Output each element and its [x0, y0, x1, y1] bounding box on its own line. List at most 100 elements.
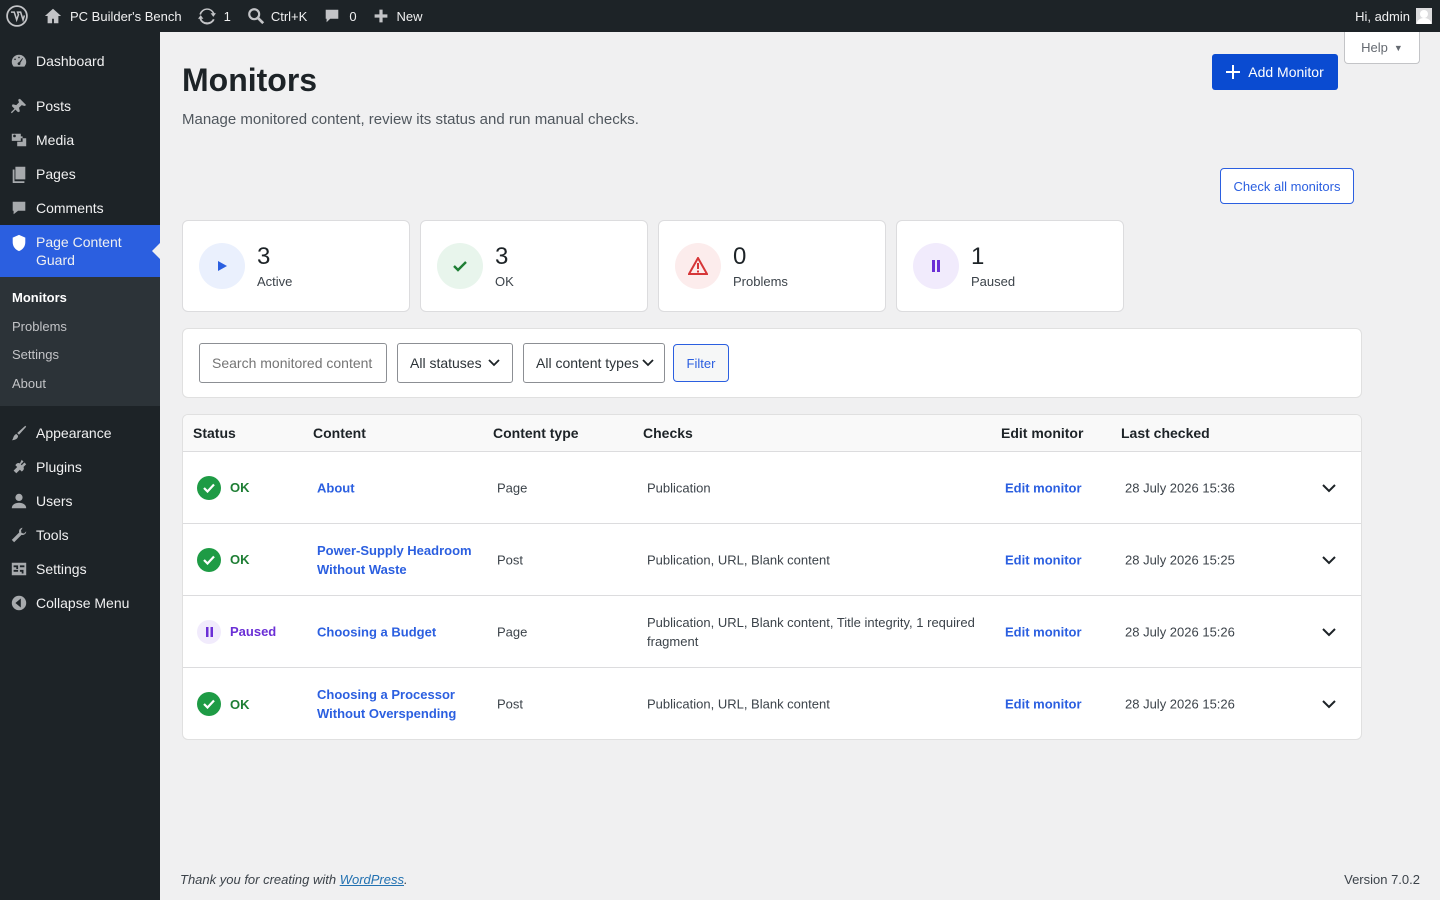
stat-card-paused: 1 Paused — [896, 220, 1124, 312]
submenu-item-settings[interactable]: Settings — [0, 341, 160, 370]
sidebar-item-users[interactable]: Users — [0, 484, 160, 518]
add-monitor-button[interactable]: Add Monitor — [1212, 54, 1338, 90]
content-type: Page — [497, 480, 528, 495]
greeting: Hi, admin — [1355, 8, 1410, 24]
status-select[interactable]: All statuses — [397, 343, 513, 383]
sidebar-item-label: Plugins — [36, 459, 82, 475]
check-all-monitors-button[interactable]: Check all monitors — [1220, 168, 1354, 204]
filter-button[interactable]: Filter — [673, 344, 729, 382]
sidebar-item-posts[interactable]: Posts — [0, 89, 160, 123]
last-checked: 28 July 2026 15:25 — [1125, 552, 1235, 567]
check-circle-icon — [197, 475, 221, 500]
content-link[interactable]: About — [317, 478, 477, 497]
col-status[interactable]: Status — [193, 425, 236, 441]
plus-icon — [374, 9, 387, 23]
wrench-icon — [11, 527, 27, 543]
content-type: Page — [497, 624, 528, 639]
updates-link[interactable]: 1 — [190, 0, 239, 32]
stat-label: Problems — [733, 273, 788, 289]
last-checked: 28 July 2026 15:26 — [1125, 696, 1235, 712]
stat-card-active: 3 Active — [182, 220, 410, 312]
media-icon — [11, 133, 27, 147]
caret-down-icon: ▼ — [1393, 42, 1403, 53]
search-shortcut-label: Ctrl+K — [270, 8, 308, 24]
wordpress-logo-icon[interactable] — [0, 0, 36, 32]
sidebar-item-pages[interactable]: Pages — [0, 157, 160, 191]
wordpress-link[interactable]: WordPress — [340, 872, 404, 887]
sidebar-item-label: Dashboard — [36, 53, 105, 69]
content-type-select[interactable]: All content types — [523, 343, 665, 383]
content-type: Post — [497, 552, 524, 567]
check-circle-icon — [197, 692, 221, 716]
content-link[interactable]: Choosing a Processor Without Overspendin… — [317, 685, 477, 723]
collapse-menu-button[interactable]: Collapse Menu — [0, 586, 160, 620]
submenu-item-problems[interactable]: Problems — [0, 313, 160, 342]
footer-thanks: Thank you for creating with WordPress. — [180, 872, 408, 887]
updates-icon — [197, 8, 216, 25]
search-shortcut[interactable]: Ctrl+K — [239, 0, 315, 32]
chevron-down-icon[interactable] — [1321, 624, 1337, 640]
col-content-type[interactable]: Content type — [493, 425, 579, 441]
checks-list: Publication, URL, Blank content — [647, 552, 830, 567]
sidebar-item-appearance[interactable]: Appearance — [0, 416, 160, 450]
new-content-link[interactable]: New — [365, 0, 431, 32]
sidebar-item-plugins[interactable]: Plugins — [0, 450, 160, 484]
edit-monitor-link[interactable]: Edit monitor — [1005, 480, 1082, 495]
sidebar-item-label: Users — [36, 493, 73, 509]
submenu-item-monitors[interactable]: Monitors — [0, 284, 160, 313]
sidebar-item-media[interactable]: Media — [0, 123, 160, 157]
check-icon — [437, 243, 483, 289]
sidebar-item-label: Posts — [36, 98, 72, 114]
stat-label: OK — [495, 273, 514, 289]
sidebar-item-label: Media — [36, 132, 75, 148]
site-name-link[interactable]: PC Builder's Bench — [36, 0, 190, 32]
status-select-value: All statuses — [410, 355, 482, 371]
chevron-down-icon[interactable] — [1321, 480, 1337, 496]
sidebar-item-dashboard[interactable]: Dashboard — [0, 44, 160, 78]
comments-link[interactable]: 0 — [315, 0, 364, 32]
collapse-icon — [11, 595, 27, 611]
content-link[interactable]: Power-Supply Headroom Without Waste — [317, 541, 477, 579]
dashboard-icon — [11, 54, 27, 67]
search-icon — [247, 8, 264, 25]
edit-monitor-link[interactable]: Edit monitor — [1005, 624, 1082, 639]
search-input[interactable] — [199, 343, 387, 383]
chevron-down-icon — [642, 359, 654, 367]
sidebar-item-label: Comments — [36, 200, 104, 216]
status-label: OK — [230, 696, 250, 712]
content-type-select-value: All content types — [536, 355, 639, 371]
account-menu[interactable]: Hi, admin — [1355, 8, 1440, 24]
home-icon — [44, 8, 62, 24]
comments-count: 0 — [349, 8, 357, 24]
sidebar-item-comments[interactable]: Comments — [0, 191, 160, 225]
pause-icon — [913, 243, 959, 289]
edit-monitor-link[interactable]: Edit monitor — [1005, 552, 1082, 567]
col-last-checked[interactable]: Last checked — [1121, 425, 1210, 441]
col-content[interactable]: Content — [313, 425, 366, 441]
page-description: Manage monitored content, review its sta… — [182, 111, 639, 128]
help-tab-button[interactable]: Help ▼ — [1344, 32, 1420, 64]
sidebar-item-page-content-guard[interactable]: Page Content Guard — [0, 225, 160, 277]
stat-value: 3 — [257, 242, 271, 270]
checks-list: Publication, URL, Blank content, Title i… — [647, 614, 975, 649]
chevron-down-icon[interactable] — [1321, 552, 1337, 568]
pin-icon — [10, 98, 27, 114]
table-row: OK Choosing a Processor Without Overspen… — [183, 668, 1361, 739]
sidebar-item-settings[interactable]: Settings — [0, 552, 160, 586]
submenu-item-about[interactable]: About — [0, 370, 160, 399]
table-row: OK About Page Publication Edit monitor 2… — [183, 452, 1361, 524]
footer-thanks-prefix: Thank you for creating with — [180, 872, 340, 887]
stat-card-ok: 3 OK — [420, 220, 648, 312]
table-header: Status Content Content type Checks Edit … — [183, 415, 1361, 452]
stat-card-problems: 0 Problems — [658, 220, 886, 312]
new-label: New — [396, 8, 423, 24]
plus-icon — [1226, 65, 1241, 79]
sidebar-item-tools[interactable]: Tools — [0, 518, 160, 552]
sidebar-item-label: Pages — [36, 166, 76, 182]
filter-panel: All statuses All content types Filter — [182, 328, 1362, 398]
content-link[interactable]: Choosing a Budget — [317, 622, 477, 641]
chevron-down-icon[interactable] — [1321, 696, 1337, 712]
shield-icon — [12, 234, 26, 252]
sidebar-item-label: Page Content Guard — [36, 234, 122, 268]
edit-monitor-link[interactable]: Edit monitor — [1005, 697, 1082, 712]
